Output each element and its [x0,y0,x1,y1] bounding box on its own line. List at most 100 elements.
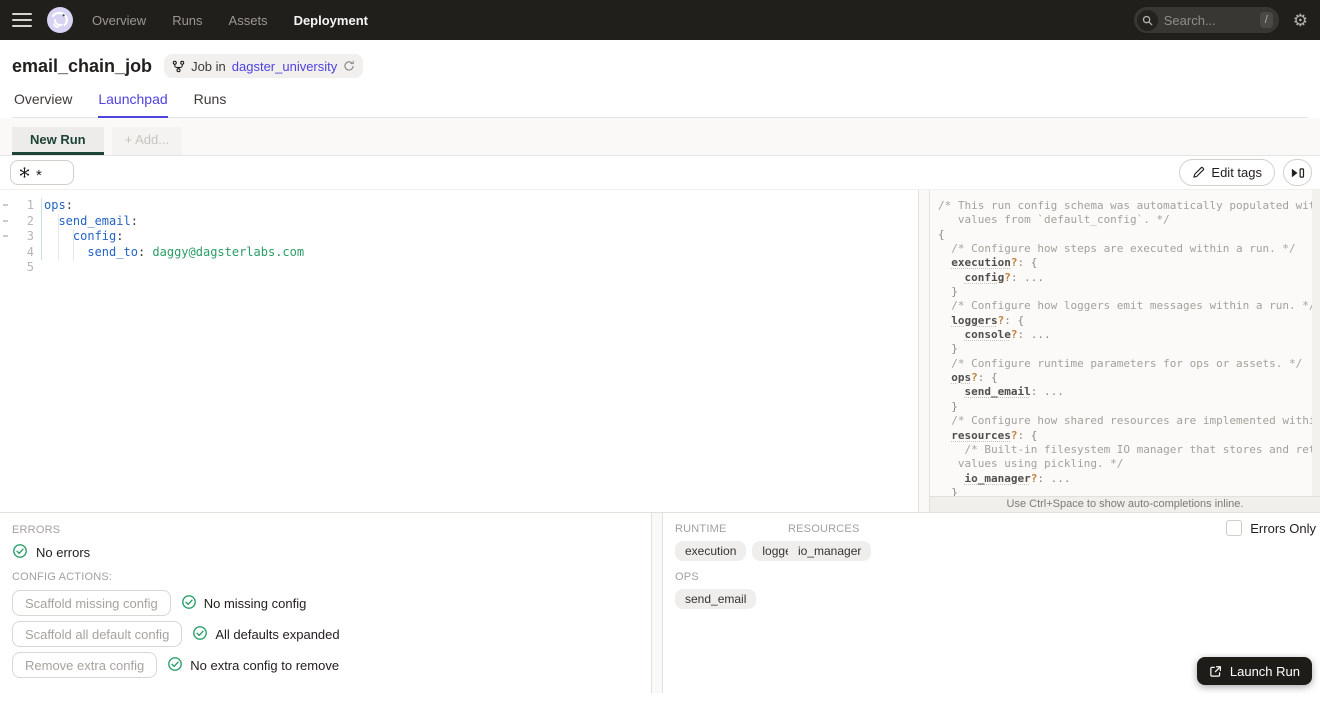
job-header: email_chain_job Job in dagster_universit… [0,40,1320,118]
launchpad-main: 12345 ops: send_email: config: send_to: … [0,190,1320,512]
op-selector-icon [19,167,30,178]
schema-code: /* This run config schema was automatica… [930,190,1320,500]
config-action-row: Scaffold missing config No missing config [12,590,639,616]
editor-code[interactable]: ops: send_email: config: send_to: daggy@… [44,198,304,276]
op-selector-input[interactable]: * [10,160,74,185]
nav-item-runs[interactable]: Runs [172,13,202,28]
check-circle-icon [12,543,28,562]
line-number: 4 [26,244,34,259]
errors-status-text: No errors [36,545,91,560]
config-actions: Scaffold missing config No missing config… [12,590,639,678]
config-action-status-text: All defaults expanded [215,626,340,642]
schema-line: config?: ... [964,270,1045,284]
config-action-status-text: No missing config [203,595,307,611]
schema-line: console?: ... [964,328,1051,342]
search-icon [1136,9,1158,31]
toggle-split-pane-button[interactable] [1283,159,1312,186]
pencil-icon [1193,166,1205,178]
config-action-row: Scaffold all default config All defaults … [12,621,639,647]
config-action-row: Remove extra config No extra config to re… [12,652,639,678]
nav-item-assets[interactable]: Assets [229,13,268,28]
dagster-logo[interactable] [46,6,74,34]
split-pane-icon [1291,167,1305,178]
op-selector-value: * [36,166,42,184]
schema-line: values from `default_config`. */ [938,213,1170,227]
scaffold-missing-config-button[interactable]: Scaffold missing config [12,590,171,616]
page-title: email_chain_job [12,55,153,76]
session-tab-new-run[interactable]: New Run [12,127,104,155]
bottom-panel: ERRORS No errors CONFIG ACTIONS: Scaffol… [0,512,1320,693]
slash-shortcut-badge: / [1259,12,1273,28]
chip-io_manager[interactable]: io_manager [788,541,872,561]
code-line: send_email: [58,213,138,228]
remove-extra-config-button[interactable]: Remove extra config [12,652,158,678]
nav-item-deployment[interactable]: Deployment [294,13,368,28]
schema-line: values using pickling. */ [938,457,1124,471]
check-circle-icon [181,594,197,613]
schema-line: loggers?: { [951,313,1025,327]
global-search[interactable]: / [1133,7,1279,33]
editor-schema-splitter[interactable] [918,190,930,512]
preview-section-resources: RESOURCES io_manager [788,523,872,561]
schema-line: /* Configure how steps are executed with… [938,242,1296,256]
job-location-badge: Job in dagster_university [164,54,364,78]
launch-run-button[interactable]: Launch Run [1196,657,1312,685]
errors-only-toggle[interactable]: Errors Only [1226,520,1316,536]
config-action-status: No missing config [181,594,307,613]
launchpad-toolbar: * Edit tags [0,156,1320,190]
session-tab-add[interactable]: + Add... [111,127,183,155]
edit-tags-label: Edit tags [1211,165,1262,180]
chip-send_email[interactable]: send_email [675,589,757,609]
code-line: config: [72,229,124,243]
tab-overview[interactable]: Overview [14,91,72,117]
preview-section-ops: OPS send_email [675,571,788,609]
gear-icon[interactable]: ⚙ [1293,12,1308,29]
tab-launchpad[interactable]: Launchpad [98,91,168,118]
schema-scrollbar[interactable] [1312,190,1320,496]
launch-icon [1210,665,1221,677]
schema-line: } [938,342,958,356]
errors-panel: ERRORS No errors CONFIG ACTIONS: Scaffol… [0,513,651,693]
nav-item-overview[interactable]: Overview [92,13,146,28]
refresh-icon[interactable] [343,60,355,72]
code-line: ops: [44,198,73,212]
launchpad-session-strip: New Run + Add... [0,118,1320,156]
bottom-splitter[interactable] [651,513,663,693]
session-tab-label: New Run [30,132,86,147]
schema-line: execution?: { [951,256,1038,270]
config-actions-label: CONFIG ACTIONS: [12,571,113,583]
edit-tags-button[interactable]: Edit tags [1179,159,1275,186]
tab-runs[interactable]: Runs [194,91,227,117]
errors-only-checkbox[interactable] [1226,520,1243,536]
schema-line: io_manager?: ... [964,471,1071,485]
config-action-status: All defaults expanded [192,625,340,644]
repo-location-link[interactable]: dagster_university [232,59,338,74]
schema-line: /* Built-in filesystem IO manager that s… [938,442,1320,456]
check-circle-icon [192,625,208,644]
preview-section-runtime: RUNTIME execution loggers [675,523,812,561]
scaffold-all-default-config-button[interactable]: Scaffold all default config [12,621,183,647]
job-badge-prefix: Job in [191,58,226,74]
code-line: send_to: daggy@dagsterlabs.com [87,244,305,259]
job-graph-icon [172,60,185,72]
schema-line: } [938,399,958,413]
top-nav: Overview Runs Assets Deployment / ⚙ [0,0,1320,40]
errors-status: No errors [12,543,639,562]
preview-section-label: RESOURCES [788,523,860,535]
autocomplete-hint: Use Ctrl+Space to show auto-completions … [930,496,1320,512]
line-number: 5 [26,260,34,274]
schema-line: /* This run config schema was automatica… [938,199,1320,212]
preview-section-label: RUNTIME [675,523,727,535]
search-input[interactable] [1163,12,1260,28]
editor-line-numbers: 12345 [0,198,34,276]
chip-execution[interactable]: execution [675,541,747,561]
schema-line: ops?: { [951,371,998,385]
config-editor[interactable]: 12345 ops: send_email: config: send_to: … [0,190,918,512]
schema-line: resources?: { [951,428,1038,442]
schema-line: /* Configure runtime parameters for ops … [938,356,1303,370]
top-nav-links: Overview Runs Assets Deployment [92,13,368,28]
hamburger-menu-icon[interactable] [12,13,32,27]
schema-line: { [938,227,945,241]
preview-chips: send_email [675,589,788,609]
